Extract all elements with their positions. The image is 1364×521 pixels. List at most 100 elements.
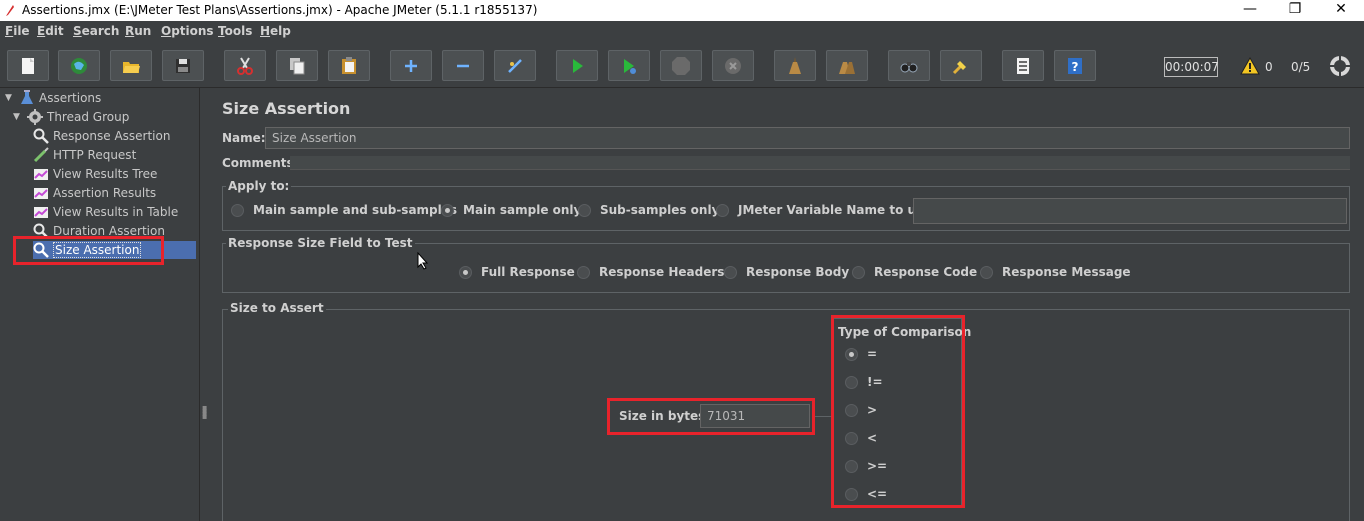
radio-dot-icon [980,265,993,279]
size-to-assert-legend: Size to Assert [228,301,326,315]
function-helper-button[interactable] [1002,50,1044,81]
listener-icon [34,188,48,199]
apply-main-only-radio[interactable]: Main sample only [441,203,581,217]
toggle-button[interactable] [494,50,536,81]
menu-file[interactable]: File [5,24,30,38]
menu-bar: File Edit Search Run Options Tools Help [0,21,1364,42]
start-no-pauses-button[interactable] [608,50,650,81]
tree-item-thread-group[interactable]: ▼ Thread Group [13,108,129,126]
active-threads: 0/5 [1291,60,1311,74]
help-button[interactable]: ? [1054,50,1096,81]
radio-dot-selected-icon [459,265,472,279]
menu-options[interactable]: Options [161,24,214,38]
clear-all-icon [839,61,855,74]
paste-icon [342,56,356,74]
collapse-all-button[interactable] [442,50,484,81]
help-icon: ? [1068,57,1082,74]
gear-icon [27,109,43,125]
response-headers-radio[interactable]: Response Headers [577,265,724,279]
close-button[interactable]: ✕ [1318,0,1364,21]
name-field[interactable] [265,127,1350,149]
new-button[interactable] [7,50,49,81]
jmeter-feather-icon [6,5,14,16]
stop-icon [672,56,690,75]
response-message-radio[interactable]: Response Message [980,265,1131,279]
menu-edit[interactable]: Edit [37,24,64,38]
templates-button[interactable] [58,50,100,81]
search-icon [900,61,918,72]
clear-button[interactable] [774,50,816,81]
save-button[interactable] [162,50,204,81]
radio-dot-icon [578,203,591,217]
toggle-icon [508,58,522,73]
window-title: Assertions.jmx (E:\JMeter Test Plans\Ass… [22,3,538,17]
shutdown-icon [725,57,741,74]
tree-item-assertions[interactable]: ▼ Assertions [5,89,101,107]
minimize-button[interactable]: — [1227,0,1273,21]
full-response-radio[interactable]: Full Response [459,265,575,279]
expand-arrow-icon[interactable]: ▼ [13,112,23,122]
radio-dot-icon [716,203,729,217]
collapse-icon [457,64,469,67]
title-bar: Assertions.jmx (E:\JMeter Test Plans\Ass… [0,0,1364,21]
clear-icon [789,56,801,74]
open-icon [123,61,140,73]
radio-dot-icon [231,203,244,217]
open-button[interactable] [110,50,152,81]
tree-item-view-results-tree[interactable]: View Results Tree [33,165,157,183]
split-grip-icon[interactable]: ▪ ▪ ▪ ▪ [202,404,207,421]
expand-all-button[interactable] [390,50,432,81]
highlight-size-field [607,398,815,435]
cut-icon [237,56,253,75]
start-button[interactable] [556,50,598,81]
sampler-icon [33,147,49,163]
highlight-tree-selection [13,236,164,265]
listener-icon [34,169,48,180]
shutdown-button[interactable] [712,50,754,81]
comments-field[interactable] [290,156,1350,170]
maximize-button[interactable]: ❐ [1272,0,1318,21]
tree-item-http-request[interactable]: HTTP Request [33,146,136,164]
comments-label: Comments: [222,156,299,170]
radio-dot-icon [852,265,865,279]
name-label: Name: [222,131,266,145]
radio-dot-icon [577,265,590,279]
menu-tools[interactable]: Tools [218,24,252,38]
highlight-comparison-group [831,315,965,508]
menu-search[interactable]: Search [73,24,119,38]
apply-main-and-sub-radio[interactable]: Main sample and sub-samples [231,203,457,217]
stop-button[interactable] [660,50,702,81]
function-helper-icon [1017,57,1029,74]
cut-button[interactable] [224,50,266,81]
apply-sub-only-radio[interactable]: Sub-samples only [578,203,719,217]
connector-line [815,416,832,417]
apply-variable-radio[interactable]: JMeter Variable Name to use [716,203,931,217]
reset-search-icon [952,60,966,74]
copy-button[interactable] [276,50,318,81]
reset-search-button[interactable] [940,50,982,81]
tree-item-view-results-in-table[interactable]: View Results in Table [33,203,178,221]
apply-to-legend: Apply to: [226,179,292,193]
response-body-radio[interactable]: Response Body [724,265,849,279]
copy-icon [290,57,305,74]
warning-count: 0 [1265,60,1273,74]
menu-run[interactable]: Run [125,24,151,38]
start-no-pause-icon [624,58,636,74]
response-code-radio[interactable]: Response Code [852,265,977,279]
split-pane-divider[interactable] [199,88,208,521]
svg-text:?: ? [1072,60,1079,74]
search-button[interactable] [888,50,930,81]
mouse-cursor-icon [417,252,429,270]
assertion-icon [33,128,49,144]
tree-item-response-assertion[interactable]: Response Assertion [33,127,170,145]
remote-globe-icon[interactable] [1329,55,1351,77]
menu-help[interactable]: Help [260,24,291,38]
warning-icon[interactable] [1240,57,1260,75]
paste-button[interactable] [328,50,370,81]
clear-all-button[interactable] [826,50,868,81]
listener-icon [34,207,48,218]
tree-item-assertion-results[interactable]: Assertion Results [33,184,156,202]
expand-arrow-icon[interactable]: ▼ [5,93,15,103]
variable-name-input[interactable] [913,198,1347,224]
start-icon [573,58,583,73]
